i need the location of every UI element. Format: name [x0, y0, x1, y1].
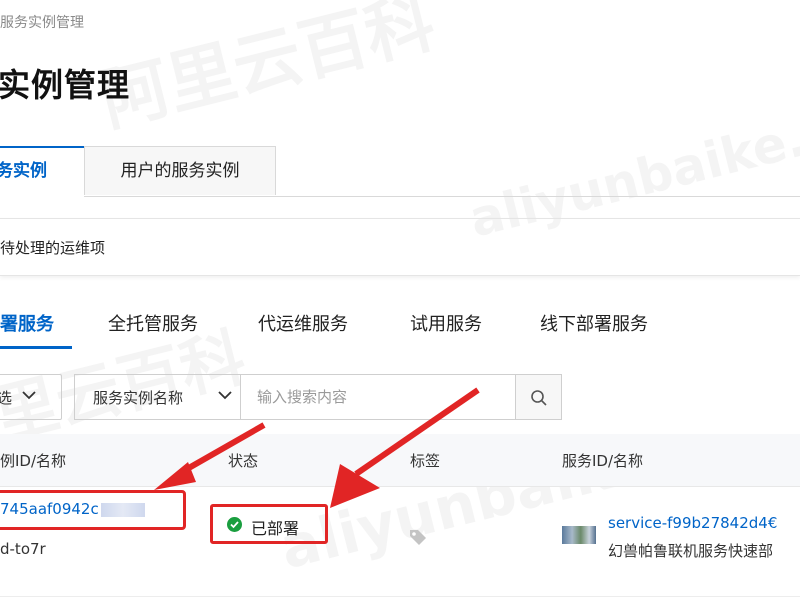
chevron-down-icon — [217, 387, 233, 407]
header-instance-id: 例ID/名称 — [0, 452, 67, 470]
search-field-select[interactable]: 服务实例名称 — [74, 374, 240, 420]
filter-dropdown[interactable]: 选 — [0, 374, 62, 420]
table-header: 例ID/名称 状态 标签 服务ID/名称 — [0, 434, 800, 487]
status-badge: 已部署 — [210, 504, 328, 544]
header-tags: 标签 — [410, 452, 441, 470]
tab-offline-service[interactable]: 线下部署服务 — [540, 310, 648, 336]
header-status: 状态 — [228, 452, 259, 470]
search-icon — [531, 390, 547, 406]
instance-id-link[interactable]: 745aaf0942c — [0, 500, 145, 518]
tab-user-service-instances[interactable]: 用户的服务实例 — [84, 146, 276, 195]
service-thumbnail — [562, 526, 596, 544]
search-button[interactable] — [516, 374, 562, 420]
header-service-id: 服务ID/名称 — [562, 452, 644, 470]
tab-ops-service[interactable]: 代运维服务 — [258, 310, 348, 336]
filter-label: 选 — [0, 389, 13, 407]
redacted-text — [100, 502, 145, 517]
tab-managed-service[interactable]: 全托管服务 — [108, 310, 198, 336]
tab-deploy-service[interactable]: 署服务 — [0, 310, 54, 336]
todo-panel[interactable]: 待处理的运维项 — [0, 218, 800, 276]
top-tabs: 务实例 用户的服务实例 — [0, 146, 800, 197]
search-field-label: 服务实例名称 — [93, 389, 184, 407]
service-name: 幻兽帕鲁联机服务快速部 — [608, 542, 774, 560]
todo-panel-label: 待处理的运维项 — [0, 239, 106, 257]
table-row: 745aaf0942c d-to7r 已部署 service-f99b27842… — [0, 486, 800, 597]
status-text: 已部署 — [251, 519, 300, 538]
check-circle-icon — [227, 517, 242, 532]
tab-trial-service[interactable]: 试用服务 — [410, 310, 482, 336]
chevron-down-icon — [21, 387, 37, 407]
service-type-tabs: 署服务 全托管服务 代运维服务 试用服务 线下部署服务 — [0, 300, 800, 352]
instance-name: d-to7r — [0, 540, 46, 558]
tag-icon[interactable] — [408, 528, 428, 550]
watermark-cn: 阿里云百科 — [89, 0, 443, 145]
active-tab-indicator — [0, 346, 72, 349]
breadcrumb[interactable]: 服务实例管理 — [0, 12, 84, 32]
tab-service-instances[interactable]: 务实例 — [0, 146, 84, 197]
search-input[interactable] — [240, 374, 516, 420]
page-title: 实例管理 — [0, 66, 131, 104]
service-id-link[interactable]: service-f99b27842d4€ — [608, 514, 777, 532]
